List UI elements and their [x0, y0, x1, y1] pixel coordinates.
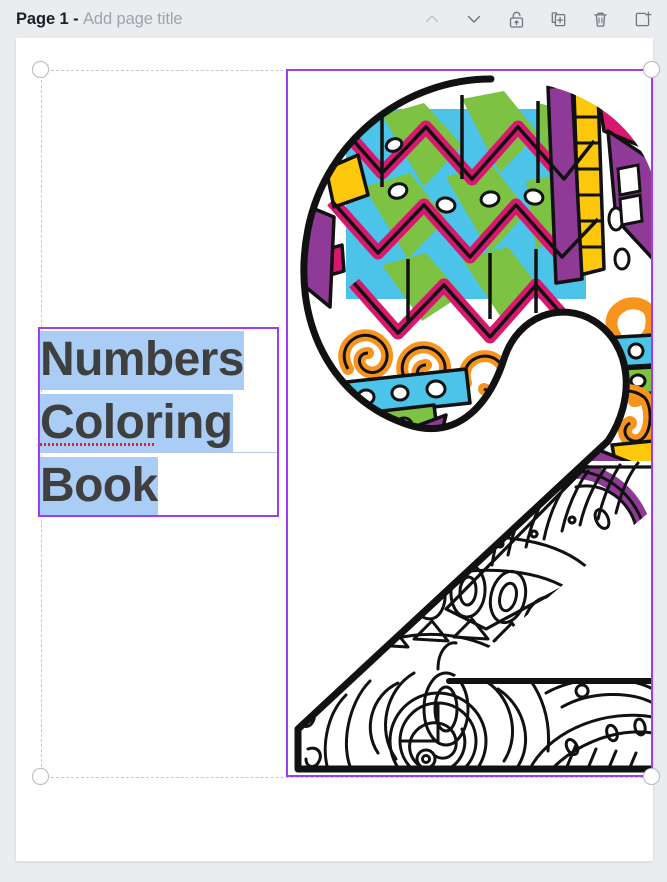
duplicate-page-button[interactable] — [545, 6, 571, 32]
chevron-up-icon — [422, 9, 442, 29]
handle-bottom-left[interactable] — [32, 768, 49, 785]
handle-top-right[interactable] — [643, 61, 660, 78]
add-page-icon — [632, 9, 653, 30]
text-line: Book — [40, 454, 277, 517]
text-element[interactable]: Numbers Coloring Book — [38, 327, 279, 517]
text-element-content[interactable]: Numbers Coloring Book — [40, 328, 277, 517]
text-line-1: Numbers — [40, 331, 244, 390]
page-number-label: Page 1 - — [16, 9, 83, 28]
handle-top-left[interactable] — [32, 61, 49, 78]
move-page-down-button[interactable] — [461, 6, 487, 32]
text-line: Numbers — [40, 328, 277, 391]
move-page-up-button[interactable] — [419, 6, 445, 32]
page-actions — [419, 0, 655, 38]
add-page-button[interactable] — [629, 6, 655, 32]
delete-page-button[interactable] — [587, 6, 613, 32]
chevron-down-icon — [464, 9, 484, 29]
trash-icon — [590, 9, 611, 30]
image-element[interactable] — [286, 69, 653, 777]
text-line-3: Book — [40, 457, 158, 516]
unlock-icon — [506, 9, 527, 30]
page-title-field[interactable]: Page 1 - Add page title — [16, 9, 183, 29]
guide-bottom — [41, 777, 653, 778]
duplicate-icon — [548, 9, 569, 30]
lock-page-button[interactable] — [503, 6, 529, 32]
page-title-placeholder: Add page title — [82, 9, 183, 28]
handle-bottom-right[interactable] — [643, 768, 660, 785]
number-two-coloring-illustration — [294, 75, 653, 773]
page-toolbar: Page 1 - Add page title — [0, 0, 667, 38]
spellcheck-underline — [40, 443, 154, 446]
